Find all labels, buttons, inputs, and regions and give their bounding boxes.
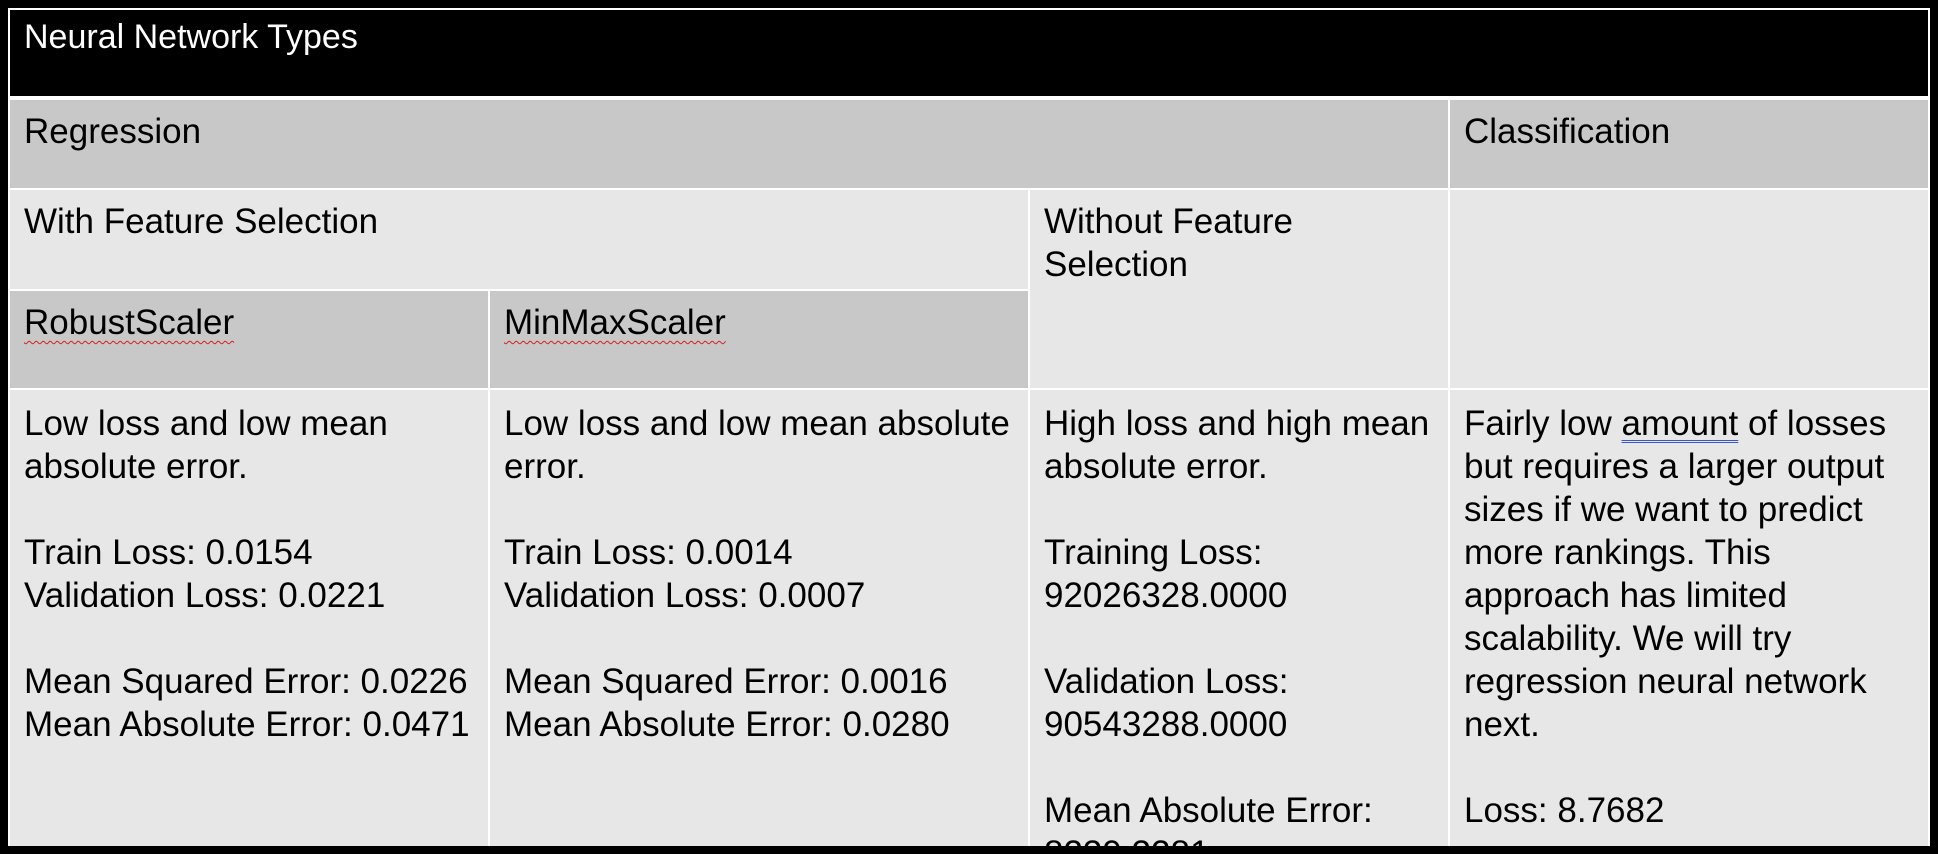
robust-scaler-results[interactable]: Low loss and low mean absolute error. Tr… — [8, 388, 490, 854]
classification-header[interactable]: Classification — [1447, 97, 1931, 190]
robust-scaler-label: RobustScaler — [24, 303, 235, 342]
with-feature-selection-header[interactable]: With Feature Selection — [8, 188, 1030, 291]
classification-text-before: Fairly low — [1464, 404, 1622, 443]
minmax-validation-loss: Validation Loss: 0.0007 — [504, 576, 866, 615]
robust-summary: Low loss and low mean absolute error. — [24, 404, 398, 486]
without-feature-selection-header[interactable]: Without Feature Selection — [1028, 188, 1450, 390]
without-fs-train-loss-value: 92026328.0000 — [1044, 576, 1288, 615]
without-fs-mae-label: Mean Absolute Error: — [1044, 791, 1373, 830]
bottom-bar — [0, 846, 1938, 854]
minmax-mae: Mean Absolute Error: 0.0280 — [504, 705, 950, 744]
without-fs-train-loss-label: Training Loss: — [1044, 533, 1263, 572]
robust-mae: Mean Absolute Error: 0.0471 — [24, 705, 470, 744]
robust-scaler-header[interactable]: RobustScaler — [8, 289, 490, 390]
slide: Neural Network Types Regression Classifi… — [0, 0, 1938, 854]
table-title[interactable]: Neural Network Types — [7, 8, 1931, 100]
without-fs-val-loss-label: Validation Loss: — [1044, 662, 1289, 701]
neural-network-types-table: Neural Network Types Regression Classifi… — [7, 8, 1931, 854]
without-feature-selection-results[interactable]: High loss and high mean absolute error. … — [1028, 388, 1450, 854]
classification-text-underlined: amount — [1621, 404, 1739, 443]
regression-header[interactable]: Regression — [8, 97, 1450, 190]
robust-validation-loss: Validation Loss: 0.0221 — [24, 576, 386, 615]
minmax-scaler-results[interactable]: Low loss and low mean absolute error. Tr… — [488, 388, 1030, 854]
classification-text-after: of losses but requires a larger output s… — [1464, 404, 1896, 744]
robust-mse: Mean Squared Error: 0.0226 — [24, 662, 468, 701]
minmax-scaler-header[interactable]: MinMaxScaler — [488, 289, 1030, 390]
minmax-scaler-label: MinMaxScaler — [504, 303, 726, 342]
without-fs-val-loss-value: 90543288.0000 — [1044, 705, 1288, 744]
without-fs-summary: High loss and high mean absolute error. — [1044, 404, 1439, 486]
minmax-train-loss: Train Loss: 0.0014 — [504, 533, 793, 572]
classification-loss: Loss: 8.7682 — [1464, 791, 1665, 830]
minmax-mse: Mean Squared Error: 0.0016 — [504, 662, 948, 701]
without-feature-selection-label: Without Feature Selection — [1044, 202, 1293, 284]
classification-subheader-empty[interactable] — [1447, 188, 1931, 390]
minmax-summary: Low loss and low mean absolute error. — [504, 404, 1020, 486]
classification-results[interactable]: Fairly low amount of losses but requires… — [1447, 388, 1931, 854]
robust-train-loss: Train Loss: 0.0154 — [24, 533, 313, 572]
classification-description: Fairly low amount of losses but requires… — [1464, 402, 1914, 746]
